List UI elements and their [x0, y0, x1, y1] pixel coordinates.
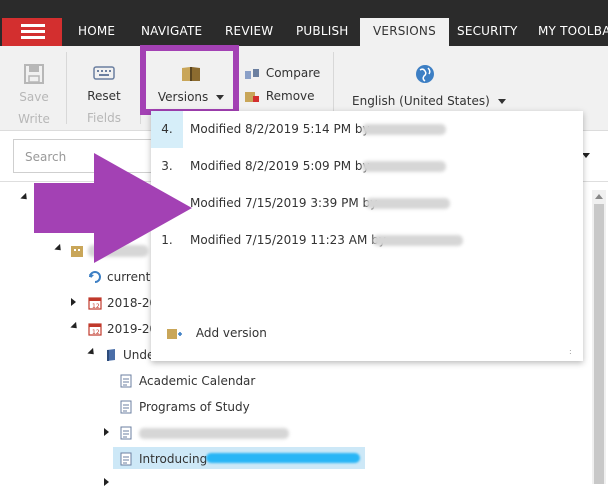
- version-item[interactable]: 1. Modified 7/15/2019 11:23 AM by: [151, 222, 583, 259]
- caret-down-icon: [497, 99, 506, 104]
- svg-text:12: 12: [92, 329, 100, 336]
- document-icon: [120, 374, 132, 388]
- add-version-button[interactable]: Add version: [166, 326, 267, 341]
- svg-text:12: 12: [92, 303, 100, 310]
- resize-grip-icon[interactable]: :: [569, 347, 572, 356]
- book-blue-icon: [107, 349, 115, 361]
- remove-label: Remove: [265, 89, 315, 103]
- version-number: 4.: [151, 111, 183, 148]
- remove-book-icon: [245, 91, 259, 102]
- compare-icon: [245, 68, 259, 79]
- tab-security[interactable]: SECURITY: [457, 24, 518, 38]
- document-icon: [120, 426, 132, 440]
- tree-item-introducing[interactable]: Introducing: [139, 452, 207, 466]
- redacted-text: [362, 161, 446, 172]
- versions-highlight-frame: [140, 45, 239, 115]
- collapsed-arrow-icon[interactable]: [104, 428, 109, 436]
- save-label: Save: [19, 90, 49, 104]
- refresh-icon: [89, 271, 101, 283]
- tree-scrollbar[interactable]: [592, 190, 606, 484]
- expand-arrow-icon[interactable]: [87, 347, 97, 358]
- compare-label: Compare: [265, 66, 321, 80]
- redacted-text: [206, 453, 360, 463]
- version-text: Modified 7/15/2019 3:39 PM by: [190, 196, 378, 210]
- tab-publish[interactable]: PUBLISH: [296, 24, 349, 38]
- version-item[interactable]: 2. Modified 7/15/2019 3:39 PM by: [151, 185, 583, 222]
- redacted-text: [139, 428, 289, 439]
- tree-item-current[interactable]: current: [107, 270, 150, 284]
- tree-item-programs-of-study[interactable]: Programs of Study: [139, 400, 250, 414]
- document-icon: [120, 400, 132, 414]
- search-caret-icon[interactable]: [582, 153, 590, 158]
- add-book-icon: [167, 328, 182, 339]
- tree-item-academic-calendar[interactable]: Academic Calendar: [139, 374, 255, 388]
- tree-item-year-2018[interactable]: 2018-20: [107, 296, 157, 310]
- collapsed-arrow-icon[interactable]: [104, 478, 109, 486]
- tree-item-year-2019[interactable]: 2019-20: [107, 322, 157, 336]
- tab-versions[interactable]: VERSIONS: [360, 18, 449, 46]
- tab-home[interactable]: HOME: [78, 24, 115, 38]
- language-label: English (United States): [352, 94, 490, 108]
- hamburger-menu-button[interactable]: [2, 18, 62, 46]
- version-text: Modified 8/2/2019 5:09 PM by: [190, 159, 370, 173]
- expand-arrow-icon[interactable]: [20, 192, 30, 203]
- reset-label: Reset: [87, 89, 121, 103]
- redacted-text: [373, 235, 463, 246]
- redacted-text: [362, 124, 446, 135]
- language-button[interactable]: English (United States): [352, 64, 506, 108]
- remove-button[interactable]: Remove: [244, 89, 315, 103]
- tree-item-unde[interactable]: Unde: [123, 348, 154, 362]
- fields-label: Fields: [87, 111, 121, 125]
- annotation-arrow: [34, 153, 192, 263]
- document-icon: [120, 452, 132, 466]
- save-icon: [24, 64, 44, 84]
- tab-navigate[interactable]: NAVIGATE: [141, 24, 202, 38]
- version-text: Modified 8/2/2019 5:14 PM by: [190, 122, 370, 136]
- redacted-text: [366, 198, 450, 209]
- collapsed-arrow-icon[interactable]: [71, 298, 76, 306]
- compare-button[interactable]: Compare: [244, 66, 320, 80]
- write-label: Write: [18, 112, 50, 126]
- version-item[interactable]: 3. Modified 8/2/2019 5:09 PM by: [151, 148, 583, 185]
- top-navigation: HOME NAVIGATE REVIEW PUBLISH VERSIONS SE…: [0, 0, 608, 46]
- version-text: Modified 7/15/2019 11:23 AM by: [190, 233, 386, 247]
- calendar-icon: 12: [88, 297, 102, 310]
- add-version-label: Add version: [195, 326, 267, 340]
- calendar-icon: 12: [88, 323, 102, 336]
- reset-button[interactable]: Reset Fields: [84, 66, 124, 125]
- versions-dropdown: 4. Modified 8/2/2019 5:14 PM by 3. Modif…: [151, 111, 583, 361]
- expand-arrow-icon[interactable]: [70, 321, 80, 332]
- tab-my-toolbar[interactable]: MY TOOLBAR: [538, 24, 608, 38]
- save-button[interactable]: Save Write: [18, 64, 50, 126]
- keyboard-icon: [93, 66, 115, 80]
- tab-review[interactable]: REVIEW: [225, 24, 273, 38]
- globe-icon: [416, 65, 434, 83]
- version-item[interactable]: 4. Modified 8/2/2019 5:14 PM by: [151, 111, 583, 148]
